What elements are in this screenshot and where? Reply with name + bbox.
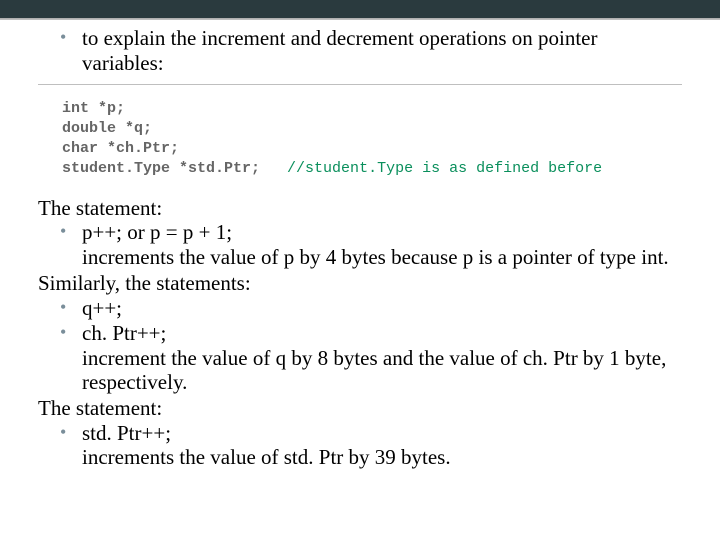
code-line-2: double *q; — [62, 120, 152, 137]
section-1-title: The statement: — [38, 196, 682, 221]
bullet-icon: • — [60, 421, 82, 446]
section-3-explain: increments the value of std. Ptr by 39 b… — [82, 445, 682, 469]
section-2-code-2: ch. Ptr++; — [82, 321, 166, 346]
section-1-code: p++; or p = p + 1; — [82, 220, 232, 245]
code-line-4: student.Type *std.Ptr; — [62, 160, 260, 177]
bullet-icon: • — [60, 26, 82, 76]
divider-under-intro — [38, 84, 682, 85]
section-1-bullet: • p++; or p = p + 1; — [60, 220, 682, 245]
slide-topbar — [0, 0, 720, 19]
section-2-bullet-1: • q++; — [60, 296, 682, 321]
section-2-explain: increment the value of q by 8 bytes and … — [82, 346, 682, 394]
section-3-title: The statement: — [38, 396, 682, 421]
section-3-code: std. Ptr++; — [82, 421, 171, 446]
slide: • to explain the increment and decrement… — [0, 0, 720, 540]
bullet-icon: • — [60, 296, 82, 321]
code-comment: //student.Type is as defined before — [260, 160, 602, 177]
section-1-explain: increments the value of p by 4 bytes bec… — [82, 245, 682, 269]
code-block: int *p; double *q; char *ch.Ptr; student… — [62, 99, 682, 180]
section-2-title: Similarly, the statements: — [38, 271, 682, 296]
intro-text: to explain the increment and decrement o… — [82, 26, 682, 76]
intro-bullet: • to explain the increment and decrement… — [60, 26, 682, 76]
section-3-bullet: • std. Ptr++; — [60, 421, 682, 446]
code-line-1: int *p; — [62, 100, 125, 117]
code-line-3: char *ch.Ptr; — [62, 140, 179, 157]
section-2-bullet-2: • ch. Ptr++; — [60, 321, 682, 346]
bullet-icon: • — [60, 321, 82, 346]
slide-content: • to explain the increment and decrement… — [0, 20, 720, 469]
section-2-code-1: q++; — [82, 296, 122, 321]
bullet-icon: • — [60, 220, 82, 245]
